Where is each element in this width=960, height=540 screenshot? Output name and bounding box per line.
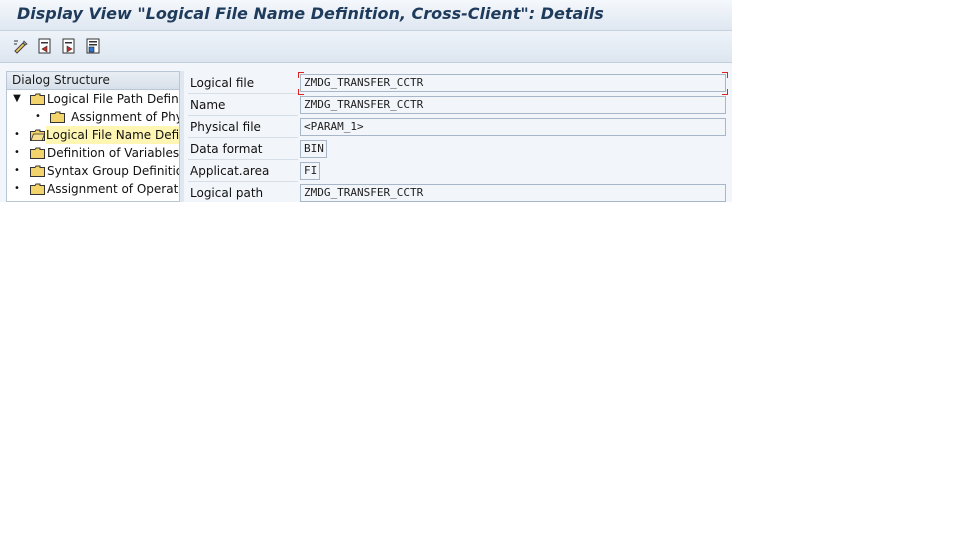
form-row-logical-file: Logical file ZMDG_TRANSFER_CCTR	[184, 72, 732, 95]
expand-toggle-icon[interactable]: ▼	[12, 90, 22, 108]
bullet-icon: •	[14, 183, 20, 194]
form-row-logical-path: Logical path ZMDG_TRANSFER_CCTR	[184, 182, 732, 202]
variable-list-icon	[86, 38, 100, 54]
logical-path-label: Logical path	[190, 186, 264, 200]
sap-window: Display View "Logical File Name Definiti…	[0, 0, 732, 202]
tree-item-label: Assignment of Operating	[47, 182, 179, 196]
logical-file-label: Logical file	[190, 76, 255, 90]
variable-list-button[interactable]	[85, 38, 101, 54]
tree-item-syntax-group[interactable]: • Syntax Group Definition	[7, 162, 180, 180]
tree-item-label: Logical File Name Definit	[46, 126, 179, 144]
tree-item-label: Logical File Path Definitio	[47, 92, 179, 106]
physical-file-label: Physical file	[190, 120, 261, 134]
folder-icon	[30, 165, 45, 177]
folder-icon	[50, 111, 65, 123]
bullet-icon: •	[14, 129, 20, 140]
display-change-icon	[14, 40, 28, 54]
tree-item-label: Assignment of Physi	[71, 110, 179, 124]
tree-item-label: Definition of Variables	[47, 146, 180, 160]
open-folder-icon	[30, 129, 45, 141]
data-format-field[interactable]: BIN	[300, 140, 327, 158]
next-entry-icon	[62, 38, 75, 54]
previous-entry-button[interactable]	[37, 38, 53, 54]
form-row-data-format: Data format BIN	[184, 138, 732, 160]
title-bar: Display View "Logical File Name Definiti…	[0, 0, 732, 31]
window-title: Display View "Logical File Name Definiti…	[17, 4, 604, 23]
folder-icon	[30, 183, 45, 195]
previous-entry-icon	[38, 38, 51, 54]
dialog-structure-panel: Dialog Structure ▼ Logical File Path Def…	[6, 71, 180, 202]
focus-corner-top-right	[722, 72, 728, 78]
physical-file-field[interactable]: <PARAM_1>	[300, 118, 726, 136]
application-area-label: Applicat.area	[190, 164, 270, 178]
tree-item-logical-file-name[interactable]: • Logical File Name Definit	[7, 126, 179, 144]
display-change-button[interactable]	[12, 38, 28, 54]
bullet-icon: •	[14, 165, 20, 176]
details-form: Logical file ZMDG_TRANSFER_CCTR Name ZMD…	[184, 71, 732, 202]
folder-icon	[30, 147, 45, 159]
dialog-structure-header: Dialog Structure	[7, 72, 179, 90]
next-entry-button[interactable]	[61, 38, 77, 54]
bullet-icon: •	[14, 147, 20, 158]
logical-path-field[interactable]: ZMDG_TRANSFER_CCTR	[300, 184, 726, 202]
tree-item-label: Syntax Group Definition	[47, 164, 180, 178]
tree-item-logical-file-path[interactable]: ▼ Logical File Path Definitio	[7, 90, 179, 108]
data-format-label: Data format	[190, 142, 263, 156]
application-area-field[interactable]: FI	[300, 162, 320, 180]
form-row-physical-file: Physical file <PARAM_1>	[184, 116, 732, 138]
application-toolbar	[0, 31, 732, 63]
tree-item-assignment-physical[interactable]: • Assignment of Physi	[7, 108, 179, 126]
bullet-icon: •	[35, 111, 41, 122]
form-row-application-area: Applicat.area FI	[184, 160, 732, 182]
name-label: Name	[190, 98, 226, 112]
logical-file-field[interactable]: ZMDG_TRANSFER_CCTR	[300, 74, 726, 92]
tree-item-assignment-operating[interactable]: • Assignment of Operating	[7, 180, 179, 198]
focus-corner-top-left	[298, 72, 304, 78]
folder-icon	[30, 93, 45, 105]
name-field[interactable]: ZMDG_TRANSFER_CCTR	[300, 96, 726, 114]
tree-item-definition-variables[interactable]: • Definition of Variables	[7, 144, 180, 162]
form-row-name: Name ZMDG_TRANSFER_CCTR	[184, 94, 732, 116]
